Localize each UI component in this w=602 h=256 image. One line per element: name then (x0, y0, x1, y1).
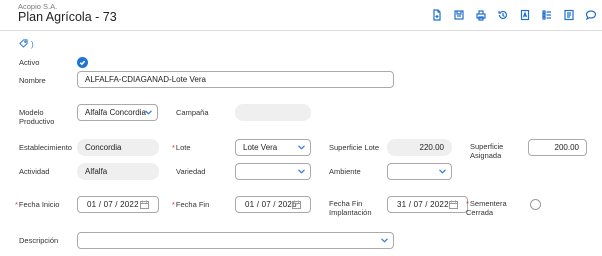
fecha-fin-label: *Fecha Fin (172, 200, 210, 209)
fecha-fin-value: 01 / 07 / 2026 (245, 200, 297, 209)
superficie-lote-label: Superficie Lote (329, 143, 380, 152)
tags-text: ) (31, 40, 34, 49)
notes-icon[interactable] (558, 8, 580, 22)
calendar-icon[interactable] (140, 200, 149, 209)
checkmark-icon (79, 60, 86, 66)
variedad-select[interactable] (235, 163, 311, 180)
tags-row[interactable]: ) (19, 39, 34, 50)
establecimiento-field: Concordia (77, 139, 159, 156)
save-icon[interactable] (448, 8, 470, 22)
new-document-icon[interactable] (426, 8, 448, 22)
actividad-value: Alfalfa (85, 167, 108, 176)
nombre-field[interactable]: ALFALFA-CDIAGANAD-Lote Vera (77, 71, 394, 88)
page-title: Plan Agrícola - 73 (18, 10, 117, 24)
ambiente-select[interactable] (387, 163, 452, 180)
establecimiento-value: Concordia (85, 143, 122, 152)
fecha-fin-implantacion-input[interactable]: 31 / 07 / 2022 (387, 196, 468, 213)
checklist-icon[interactable] (536, 8, 558, 22)
campana-label: Campaña (176, 108, 209, 117)
chevron-down-icon (439, 169, 446, 174)
nombre-value: ALFALFA-CDIAGANAD-Lote Vera (85, 75, 206, 84)
print-icon[interactable] (470, 8, 492, 22)
modelo-productivo-label: Modelo Productivo (19, 108, 55, 126)
tag-icon (19, 39, 28, 50)
lote-value: Lote Vera (243, 143, 278, 152)
superficie-lote-field: 220.00 (387, 139, 452, 156)
calendar-icon[interactable] (292, 200, 301, 209)
descripcion-select[interactable] (77, 232, 394, 249)
chevron-down-icon (145, 110, 152, 115)
calendar-icon[interactable] (449, 200, 458, 209)
actividad-label: Actividad (19, 167, 50, 176)
modelo-productivo-value: Alfalfa Concordia (85, 108, 146, 117)
fecha-inicio-value: 01 / 07 / 2022 (87, 200, 139, 209)
fecha-inicio-label: *Fecha Inicio (15, 200, 60, 209)
descripcion-label: Descripción (19, 236, 59, 245)
fecha-fin-input[interactable]: 01 / 07 / 2026 (235, 196, 311, 213)
sementera-cerrada-toggle[interactable] (530, 199, 541, 210)
ambiente-label: Ambiente (329, 167, 361, 176)
superficie-asignada-label: Superficie Asignada (470, 142, 504, 160)
activo-checkbox[interactable] (77, 57, 88, 68)
chevron-down-icon (298, 145, 305, 150)
lote-select[interactable]: Lote Vera (235, 139, 311, 156)
header-divider (0, 30, 602, 31)
fecha-fin-implantacion-value: 31 / 07 / 2022 (397, 200, 449, 209)
required-mark: * (15, 200, 18, 209)
toolbar (426, 8, 602, 22)
modelo-productivo-select[interactable]: Alfalfa Concordia (77, 104, 158, 121)
superficie-asignada-value: 200.00 (554, 143, 579, 152)
text-document-icon[interactable] (514, 8, 536, 22)
nombre-label: Nombre (19, 76, 46, 85)
fecha-fin-implantacion-label: Fecha Fin Implantación (329, 199, 372, 217)
campana-field (235, 104, 311, 121)
sementera-cerrada-label: *Sementera Cerrada (466, 199, 507, 217)
variedad-label: Variedad (176, 167, 206, 176)
lote-label: *Lote (172, 143, 191, 152)
required-mark: * (172, 200, 175, 209)
activo-label: Activo (19, 58, 40, 67)
chevron-down-icon (298, 169, 305, 174)
chevron-down-icon (381, 238, 388, 243)
superficie-lote-value: 220.00 (419, 143, 444, 152)
establecimiento-label: Establecimiento (19, 143, 72, 152)
superficie-asignada-field[interactable]: 200.00 (528, 139, 587, 156)
required-mark: * (172, 143, 175, 152)
history-icon[interactable] (492, 8, 514, 22)
comment-icon[interactable] (580, 8, 602, 22)
fecha-inicio-input[interactable]: 01 / 07 / 2022 (77, 196, 159, 213)
actividad-field: Alfalfa (77, 163, 159, 180)
